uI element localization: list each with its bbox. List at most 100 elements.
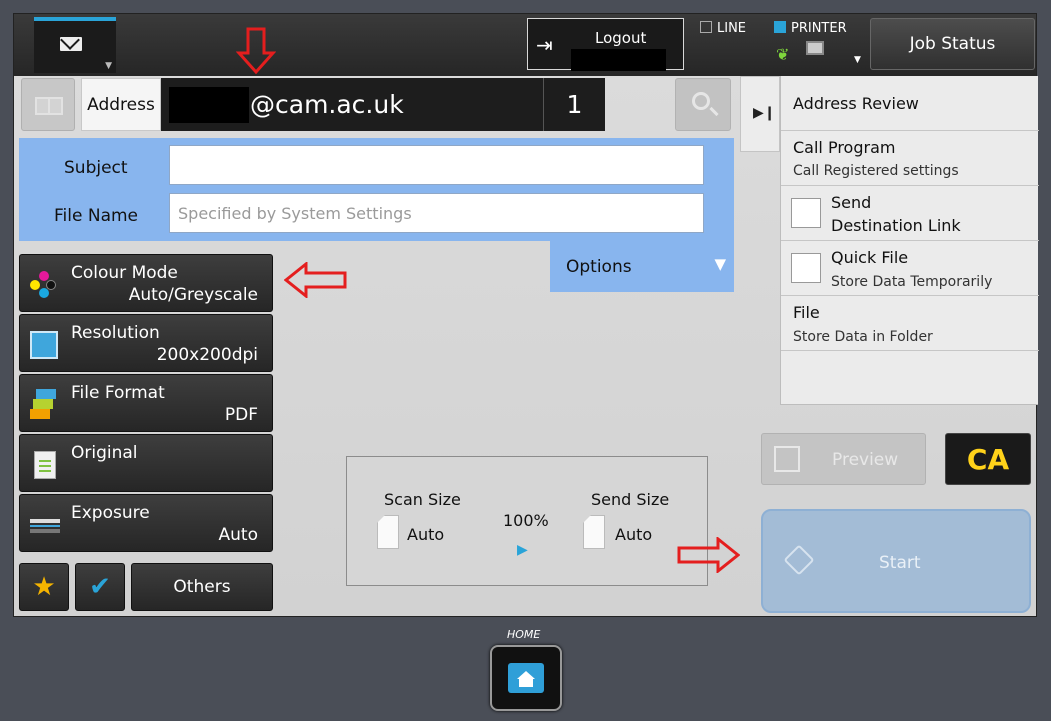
chevron-down-icon: ▼	[105, 61, 112, 71]
annotation-arrow-left	[284, 262, 347, 298]
envelope-icon	[60, 37, 82, 51]
panel-collapse-button[interactable]: ▶❙	[740, 76, 780, 152]
quick-file-label: Quick File	[831, 248, 909, 267]
options-toggle[interactable]: Options ▼	[550, 241, 734, 292]
play-arrow-icon: ▶	[517, 542, 528, 558]
device-status-menu[interactable]: ❦ ▼	[776, 41, 861, 67]
page-icon	[377, 515, 399, 549]
scan-size-label: Scan Size	[384, 490, 461, 509]
triangle-down-icon: ▼	[714, 255, 726, 273]
line-status: LINE	[700, 21, 746, 36]
quick-file-checkbox[interactable]	[791, 253, 821, 283]
address-label-button[interactable]: Address	[81, 78, 161, 131]
setting-title: File Format	[71, 383, 165, 403]
scale-ratio: 100%	[503, 511, 549, 530]
setting-title: Original	[71, 443, 138, 463]
search-button[interactable]	[675, 78, 731, 131]
preview-button[interactable]: Preview	[761, 433, 926, 485]
exposure-button[interactable]: Exposure Auto	[19, 494, 273, 552]
line-indicator	[700, 21, 712, 33]
send-size-label: Send Size	[591, 490, 670, 509]
quick-file-sub: Store Data Temporarily	[831, 274, 993, 290]
start-label: Start	[879, 553, 921, 573]
call-program-sub: Call Registered settings	[793, 163, 959, 179]
file-name-input[interactable]: Specified by System Settings	[169, 193, 704, 233]
resolution-button[interactable]: Resolution 200x200dpi	[19, 314, 273, 372]
checkmark-icon: ✔	[89, 572, 111, 602]
document-icon	[34, 451, 56, 479]
search-icon	[692, 92, 710, 110]
file-item[interactable]: File Store Data in Folder	[781, 296, 1039, 351]
others-button[interactable]: Others	[131, 563, 273, 611]
start-button[interactable]: Start	[761, 509, 1031, 613]
setting-title: Exposure	[71, 503, 150, 523]
preview-icon	[774, 446, 800, 472]
home-label: HOME	[507, 628, 541, 641]
address-review-label: Address Review	[793, 94, 919, 113]
home-icon	[508, 663, 544, 693]
page-icon	[583, 515, 605, 549]
line-label: LINE	[717, 21, 747, 36]
logout-button[interactable]: ⇥ Logout	[527, 18, 684, 71]
original-button[interactable]: Original	[19, 434, 273, 492]
address-book-button[interactable]	[21, 78, 75, 131]
address-book-icon	[35, 97, 63, 115]
redacted-email-user	[169, 86, 249, 123]
file-name-label: File Name	[54, 206, 139, 226]
send-destination-link-item[interactable]: Send Destination Link	[781, 186, 1039, 241]
scan-size-panel[interactable]: Scan Size Auto 100% ▶ Send Size Auto	[346, 456, 708, 586]
check-button[interactable]: ✔	[75, 563, 125, 611]
subject-label: Subject	[64, 158, 128, 178]
address-count: 1	[543, 78, 605, 131]
file-format-button[interactable]: File Format PDF	[19, 374, 273, 432]
top-bar: ▼ ⇥ Logout LINE PRINTER ❦ ▼ Job Status	[14, 14, 1036, 76]
file-label: File	[793, 303, 820, 322]
quick-file-item[interactable]: Quick File Store Data Temporarily	[781, 241, 1039, 296]
exposure-icon	[30, 511, 60, 539]
mode-selector-email[interactable]: ▼	[34, 17, 116, 73]
redacted-username	[571, 49, 666, 71]
home-button[interactable]	[490, 645, 562, 711]
job-status-button[interactable]: Job Status	[870, 18, 1035, 70]
play-pause-icon: ▶❙	[753, 105, 776, 121]
setting-value: Auto	[218, 525, 258, 545]
colour-dots-icon	[30, 271, 58, 299]
scan-size-value: Auto	[407, 525, 445, 544]
clear-all-button[interactable]: CA	[945, 433, 1031, 485]
address-review-item[interactable]: Address Review	[781, 76, 1039, 131]
printer-indicator	[774, 21, 786, 33]
setting-value: Auto/Greyscale	[128, 285, 258, 305]
annotation-arrow-down	[236, 27, 276, 75]
options-label: Options	[566, 257, 632, 277]
colour-mode-button[interactable]: Colour Mode Auto/Greyscale	[19, 254, 273, 312]
network-computer-icon	[806, 41, 824, 55]
call-program-item[interactable]: Call Program Call Registered settings	[781, 131, 1039, 186]
logout-label: Logout	[595, 29, 647, 47]
eco-leaf-icon: ❦	[776, 45, 790, 64]
start-diamond-icon	[783, 544, 815, 576]
setting-title: Resolution	[71, 323, 160, 343]
annotation-arrow-right	[677, 537, 740, 573]
favorite-button[interactable]: ★	[19, 563, 69, 611]
resolution-icon	[30, 331, 58, 359]
setting-value: 200x200dpi	[156, 345, 258, 365]
address-domain: @cam.ac.uk	[250, 90, 404, 119]
printer-label: PRINTER	[791, 21, 847, 36]
subject-filename-panel: Subject File Name Specified by System Se…	[19, 138, 734, 241]
preview-label: Preview	[832, 450, 899, 470]
logout-icon: ⇥	[536, 33, 553, 57]
setting-value: PDF	[224, 405, 258, 425]
send-size-value: Auto	[615, 525, 653, 544]
action-panel: Address Review Call Program Call Registe…	[780, 76, 1039, 405]
destination-link-label: Destination Link	[831, 216, 961, 235]
subject-input[interactable]	[169, 145, 704, 185]
send-link-checkbox[interactable]	[791, 198, 821, 228]
file-format-icon	[30, 389, 58, 419]
file-sub: Store Data in Folder	[793, 329, 933, 345]
touch-screen: ▼ ⇥ Logout LINE PRINTER ❦ ▼ Job Status A…	[13, 13, 1039, 617]
send-label: Send	[831, 193, 872, 212]
setting-title: Colour Mode	[71, 263, 178, 283]
star-icon: ★	[32, 572, 56, 602]
address-field[interactable]: @cam.ac.uk	[161, 78, 543, 131]
call-program-label: Call Program	[793, 138, 896, 157]
